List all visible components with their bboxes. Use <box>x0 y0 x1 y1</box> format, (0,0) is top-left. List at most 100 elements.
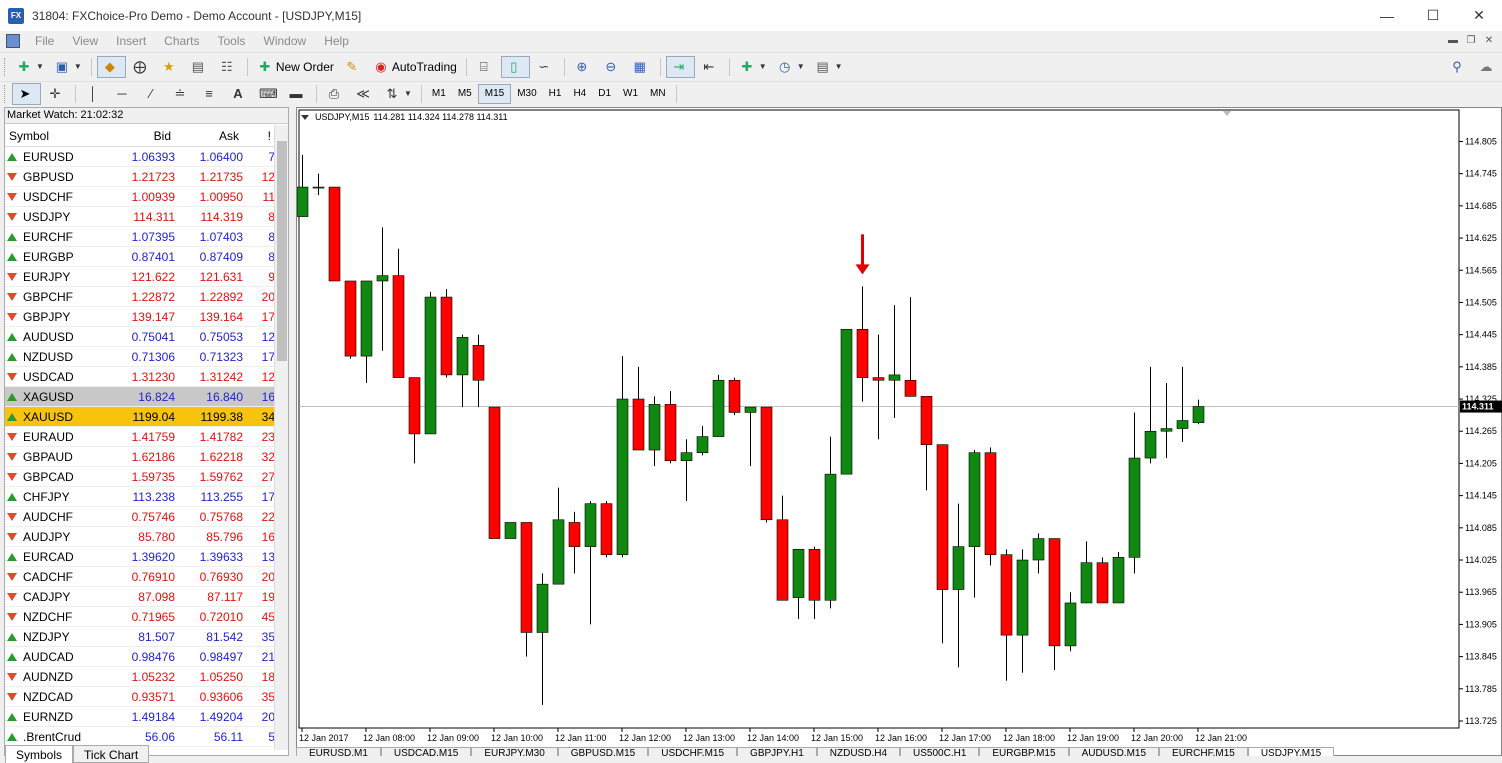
candle-body[interactable] <box>776 519 789 601</box>
timeframe-w1[interactable]: W1 <box>617 84 644 104</box>
close-icon[interactable]: ✕ <box>1456 0 1502 31</box>
candle-body[interactable] <box>520 522 533 633</box>
market-watch-row[interactable]: XAUUSD 1199.04 1199.38 34 <box>5 407 275 427</box>
mdi-restore-icon[interactable]: ❐ <box>1464 34 1478 47</box>
market-watch-scrollbar[interactable] <box>274 125 288 750</box>
candle-body[interactable] <box>312 186 325 189</box>
search-button[interactable]: ⚲ <box>1445 56 1472 78</box>
timeframe-m1[interactable]: M1 <box>426 84 452 104</box>
candle-body[interactable] <box>616 398 629 555</box>
candle-body[interactable] <box>664 404 677 462</box>
candle-body[interactable] <box>952 546 965 590</box>
market-watch-row[interactable]: USDCHF 1.00939 1.00950 11 <box>5 187 275 207</box>
timeframe-mn[interactable]: MN <box>644 84 672 104</box>
candle-body[interactable] <box>1048 538 1061 647</box>
chart-tab[interactable]: GBPUSD,M15 <box>557 747 649 756</box>
chart-tab[interactable]: EURJPY,M30 <box>471 747 558 756</box>
chart-tab[interactable]: USDCAD,M15 <box>380 747 472 756</box>
terminal-toggle[interactable]: ▤ <box>186 56 213 78</box>
timeframe-m15[interactable]: M15 <box>477 83 512 104</box>
candle-body[interactable] <box>968 452 981 547</box>
market-watch-row[interactable]: USDCAD 1.31230 1.31242 12 <box>5 367 275 387</box>
candle-body[interactable] <box>1000 554 1013 636</box>
column-symbol[interactable]: Symbol <box>5 129 107 143</box>
chart-shift-button[interactable]: ⇤ <box>697 56 724 78</box>
menu-window[interactable]: Window <box>255 34 316 48</box>
candle-body[interactable] <box>1096 562 1109 604</box>
market-watch-row[interactable]: AUDJPY 85.780 85.796 16 <box>5 527 275 547</box>
candle-body[interactable] <box>840 328 853 475</box>
candle-body[interactable] <box>1032 538 1045 561</box>
scrollbar-thumb[interactable] <box>277 141 287 361</box>
candle-body[interactable] <box>760 406 773 521</box>
timeframe-m30[interactable]: M30 <box>511 84 542 104</box>
periods-button[interactable]: ◷ ▼ <box>773 56 809 78</box>
equidistant-channel-tool[interactable]: ≐ <box>168 83 195 105</box>
candle-body[interactable] <box>680 452 693 462</box>
fibonacci-tool[interactable]: ≡ <box>197 83 224 105</box>
candle-body[interactable] <box>472 345 485 381</box>
menu-help[interactable]: Help <box>315 34 358 48</box>
chart-window[interactable]: 114.805 114.745 114.685 114.625 114.565 114.5… <box>296 107 1502 756</box>
chart-tab[interactable]: AUDUSD,M15 <box>1068 747 1160 756</box>
candle-body[interactable] <box>648 404 661 451</box>
chart-tab[interactable]: EURUSD,M1 <box>296 747 381 756</box>
profiles-button[interactable]: ▣ ▼ <box>50 56 86 78</box>
mdi-minimize-icon[interactable]: ▬ <box>1446 34 1460 47</box>
candle-body[interactable] <box>824 473 837 601</box>
timeframe-h4[interactable]: H4 <box>567 84 592 104</box>
navigator-toggle[interactable]: ★ <box>157 56 184 78</box>
candle-body[interactable] <box>984 452 997 555</box>
candle-body[interactable] <box>808 548 821 601</box>
market-watch-row[interactable]: EURJPY 121.622 121.631 9 <box>5 267 275 287</box>
candle-body[interactable] <box>696 436 709 453</box>
candle-body[interactable] <box>1144 430 1157 459</box>
market-watch-row[interactable]: AUDUSD 0.75041 0.75053 12 <box>5 327 275 347</box>
market-watch-row[interactable]: CADJPY 87.098 87.117 19 <box>5 587 275 607</box>
candle-body[interactable] <box>872 377 885 381</box>
arrows-dropdown[interactable]: ⇅ ▼ <box>380 83 416 105</box>
market-watch-row[interactable]: NZDCHF 0.71965 0.72010 45 <box>5 607 275 627</box>
candle-body[interactable] <box>856 328 869 378</box>
timeframe-m5[interactable]: M5 <box>452 84 478 104</box>
text-label-tool[interactable]: ⌨ <box>255 83 282 105</box>
tab-symbols[interactable]: Symbols <box>5 745 74 763</box>
gann-tool[interactable]: ⎙ <box>322 83 349 105</box>
market-watch-row[interactable]: GBPCAD 1.59735 1.59762 27 <box>5 467 275 487</box>
candle-body[interactable] <box>440 296 453 376</box>
candle-body[interactable] <box>424 296 437 435</box>
market-watch-row[interactable]: EURUSD 1.06393 1.06400 7 <box>5 147 275 167</box>
chart-tab[interactable]: NZDUSD,H4 <box>816 747 901 756</box>
market-watch-row[interactable]: GBPUSD 1.21723 1.21735 12 <box>5 167 275 187</box>
chart-tab[interactable]: US500C,H1 <box>900 747 980 756</box>
market-watch-row[interactable]: XAGUSD 16.824 16.840 16 <box>5 387 275 407</box>
candle-body[interactable] <box>936 444 949 590</box>
candle-body[interactable] <box>792 548 805 598</box>
cursor-tool[interactable]: ➤ <box>12 82 41 105</box>
timeframe-d1[interactable]: D1 <box>592 84 617 104</box>
market-watch-row[interactable]: NZDJPY 81.507 81.542 35 <box>5 627 275 647</box>
metaeditor-button[interactable]: ✎ <box>340 56 367 78</box>
chart-menu-icon[interactable] <box>301 114 309 120</box>
candle-body[interactable] <box>632 398 645 451</box>
line-chart-button[interactable]: ∽ <box>532 56 559 78</box>
maximize-icon[interactable]: ☐ <box>1410 0 1456 31</box>
candle-body[interactable] <box>1128 457 1141 558</box>
candle-body[interactable] <box>888 374 901 381</box>
candle-body[interactable] <box>584 503 597 547</box>
candle-body[interactable] <box>297 186 309 217</box>
tab-tick-chart[interactable]: Tick Chart <box>73 745 150 763</box>
candle-body[interactable] <box>744 406 757 413</box>
candle-body[interactable] <box>328 186 341 282</box>
candle-body[interactable] <box>1112 557 1125 604</box>
market-watch-row[interactable]: AUDNZD 1.05232 1.05250 18 <box>5 667 275 687</box>
rectangle-label-tool[interactable]: ▬ <box>284 83 311 105</box>
menu-charts[interactable]: Charts <box>155 34 208 48</box>
candle-body[interactable] <box>488 406 501 539</box>
chart-tab[interactable]: EURCHF,M15 <box>1159 747 1248 756</box>
mdi-close-icon[interactable]: ✕ <box>1482 34 1496 47</box>
candle-body[interactable] <box>1176 420 1189 429</box>
chart-tab[interactable]: GBPJPY,H1 <box>737 747 817 756</box>
market-watch-row[interactable]: USDJPY 114.311 114.319 8 <box>5 207 275 227</box>
zoom-out-button[interactable]: ⊖ <box>599 56 626 78</box>
